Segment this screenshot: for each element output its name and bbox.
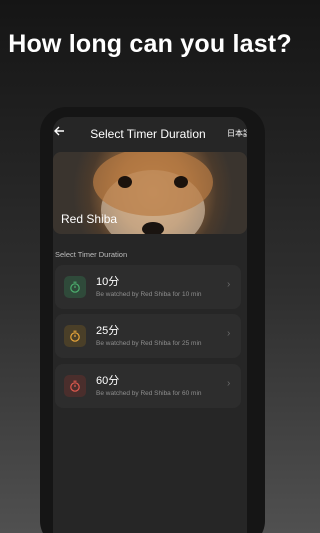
dog-hero-image: Red Shiba [53, 152, 247, 234]
section-label: Select Timer Duration [55, 250, 128, 259]
stopwatch-icon [64, 375, 86, 397]
chevron-right-icon: › [227, 279, 231, 290]
option-title: 25分 [96, 325, 120, 337]
option-25-min[interactable]: 25分 Be watched by Red Shiba for 25 min › [55, 314, 241, 358]
option-60-min[interactable]: 60分 Be watched by Red Shiba for 60 min › [55, 364, 241, 408]
option-title: 60分 [96, 375, 120, 387]
option-title: 10分 [96, 276, 120, 288]
arrow-left-icon[interactable] [53, 125, 67, 139]
option-subtitle: Be watched by Red Shiba for 25 min [96, 340, 202, 347]
screen-title: Select Timer Duration [90, 127, 206, 141]
language-button[interactable]: 日本語 [227, 128, 247, 139]
top-bar: Select Timer Duration 日本語 [53, 117, 247, 151]
stopwatch-icon [64, 325, 86, 347]
option-10-min[interactable]: 10分 Be watched by Red Shiba for 10 min › [55, 265, 241, 309]
app-screen: Select Timer Duration 日本語 Red Shiba Sele… [53, 117, 247, 533]
promo-headline: How long can you last? [8, 30, 292, 58]
option-subtitle: Be watched by Red Shiba for 10 min [96, 291, 202, 298]
chevron-right-icon: › [227, 378, 231, 389]
option-subtitle: Be watched by Red Shiba for 60 min [96, 390, 202, 397]
chevron-right-icon: › [227, 328, 231, 339]
dog-name: Red Shiba [61, 212, 118, 226]
stopwatch-icon [64, 276, 86, 298]
